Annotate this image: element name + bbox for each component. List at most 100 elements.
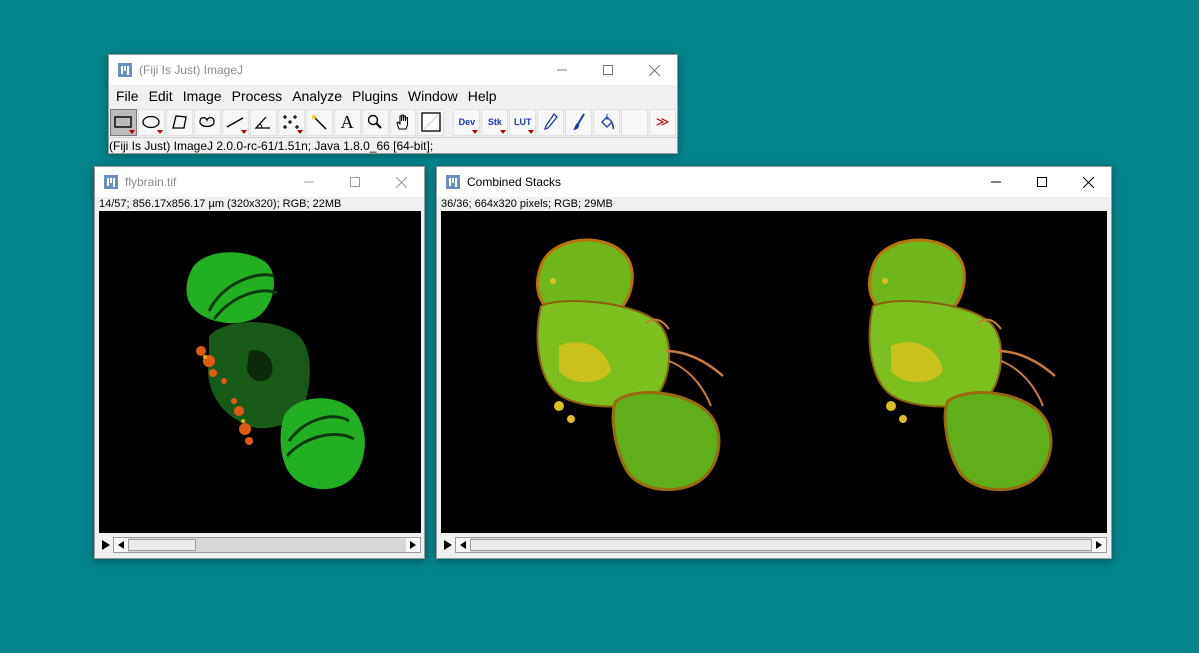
- stk-label: Stk: [487, 117, 502, 127]
- close-button[interactable]: [378, 167, 424, 197]
- close-button[interactable]: [631, 55, 677, 85]
- combined-title: Combined Stacks: [467, 175, 562, 189]
- scroll-track[interactable]: [470, 538, 1092, 552]
- flybrain-title: flybrain.tif: [125, 175, 177, 189]
- wand-tool[interactable]: [305, 108, 333, 136]
- close-icon: [1082, 176, 1094, 188]
- more-tools-button[interactable]: ≫: [649, 108, 677, 136]
- main-window-title: (Fiji Is Just) ImageJ: [139, 63, 244, 77]
- stack-scrollbar[interactable]: [455, 537, 1107, 553]
- dev-menu-tool[interactable]: Dev: [453, 108, 481, 136]
- play-animation-button[interactable]: [441, 537, 455, 553]
- freehand-selection-icon: [199, 116, 215, 128]
- scroll-track[interactable]: [128, 538, 406, 552]
- polygon-selection-icon: [172, 115, 188, 129]
- lut-label: LUT: [514, 117, 532, 127]
- polygon-tool[interactable]: [165, 108, 193, 136]
- combined-stacks-image: [535, 238, 1057, 492]
- multipoint-tool[interactable]: [277, 108, 305, 136]
- stk-menu-tool[interactable]: Stk: [481, 108, 509, 136]
- pencil-tool[interactable]: [537, 108, 565, 136]
- fiji-window-icon: [446, 175, 460, 189]
- freehand-tool[interactable]: [193, 108, 221, 136]
- maximize-button[interactable]: [1019, 167, 1065, 197]
- brush-icon: [572, 113, 585, 130]
- angle-tool[interactable]: [249, 108, 277, 136]
- stack-slider-row: [99, 537, 421, 553]
- oval-tool[interactable]: [137, 108, 165, 136]
- brush-tool[interactable]: [565, 108, 593, 136]
- image-info-line: 36/36; 664x320 pixels; RGB; 29MB: [441, 198, 613, 210]
- close-icon: [648, 64, 660, 76]
- hand-tool[interactable]: [389, 108, 417, 136]
- lut-menu-tool[interactable]: LUT: [509, 108, 537, 136]
- close-button[interactable]: [1065, 167, 1111, 197]
- play-icon: [444, 540, 452, 550]
- image-canvas[interactable]: [99, 211, 421, 533]
- combined-stacks-window: Combined Stacks 36/36; 664x320 pixels; R…: [436, 166, 1112, 559]
- main-titlebar[interactable]: (Fiji Is Just) ImageJ: [109, 55, 677, 85]
- play-icon: [102, 540, 110, 550]
- maximize-icon: [1037, 177, 1047, 187]
- oval-selection-icon: [142, 115, 161, 129]
- play-animation-button[interactable]: [99, 537, 113, 553]
- text-tool-label: A: [340, 111, 354, 132]
- empty-tool-slot: [621, 108, 649, 136]
- combined-titlebar[interactable]: Combined Stacks: [437, 167, 1111, 197]
- text-tool[interactable]: A: [333, 108, 361, 136]
- right-arrow-icon: [410, 541, 416, 549]
- hand-tool-icon: [396, 114, 408, 130]
- flood-fill-tool[interactable]: [593, 108, 621, 136]
- flybrain-window: flybrain.tif 14/57; 856.17x856.17 µm (32…: [94, 166, 425, 559]
- pencil-icon: [543, 113, 558, 131]
- scroll-thumb[interactable]: [470, 539, 1092, 551]
- menu-image[interactable]: Image: [178, 85, 227, 107]
- fiji-app-icon: [118, 63, 132, 77]
- close-icon: [395, 176, 407, 188]
- status-bar: (Fiji Is Just) ImageJ 2.0.0-rc-61/1.51n;…: [109, 137, 677, 155]
- fiji-window-icon: [104, 175, 118, 189]
- right-arrow-icon: [1096, 541, 1102, 549]
- left-arrow-icon: [118, 541, 124, 549]
- color-picker-icon: [421, 112, 441, 132]
- minimize-button[interactable]: [539, 55, 585, 85]
- menu-help[interactable]: Help: [463, 85, 502, 107]
- menu-plugins[interactable]: Plugins: [347, 85, 403, 107]
- menu-window[interactable]: Window: [403, 85, 463, 107]
- image-info-line: 14/57; 856.17x856.17 µm (320x320); RGB; …: [99, 198, 342, 210]
- flybrain-titlebar[interactable]: flybrain.tif: [95, 167, 424, 197]
- stack-scrollbar[interactable]: [113, 537, 421, 553]
- scroll-right-button[interactable]: [406, 538, 420, 552]
- scroll-left-button[interactable]: [456, 538, 470, 552]
- maximize-button[interactable]: [585, 55, 631, 85]
- magnifier-icon: [367, 114, 382, 129]
- line-selection-icon: [226, 117, 244, 128]
- scroll-left-button[interactable]: [114, 538, 128, 552]
- scroll-thumb[interactable]: [128, 539, 196, 551]
- flybrain-image: [186, 252, 365, 490]
- tool-bar: A Dev Stk LUT ≫: [109, 107, 677, 137]
- left-arrow-icon: [460, 541, 466, 549]
- scroll-right-button[interactable]: [1092, 538, 1106, 552]
- rectangle-selection-icon: [114, 116, 133, 128]
- menu-edit[interactable]: Edit: [144, 85, 178, 107]
- minimize-icon: [304, 181, 314, 183]
- zoom-tool[interactable]: [361, 108, 389, 136]
- line-tool[interactable]: [221, 108, 249, 136]
- wand-tool-icon: [312, 115, 327, 130]
- image-canvas[interactable]: [441, 211, 1107, 533]
- menu-file[interactable]: File: [111, 85, 144, 107]
- maximize-button[interactable]: [332, 167, 378, 197]
- maximize-icon: [603, 65, 613, 75]
- minimize-button[interactable]: [973, 167, 1019, 197]
- menu-analyze[interactable]: Analyze: [287, 85, 347, 107]
- more-tools-icon: ≫: [655, 114, 670, 129]
- minimize-button[interactable]: [286, 167, 332, 197]
- menu-process[interactable]: Process: [227, 85, 288, 107]
- color-picker-tool[interactable]: [417, 108, 445, 136]
- menu-bar: File Edit Image Process Analyze Plugins …: [109, 85, 677, 107]
- rectangle-tool[interactable]: [110, 108, 137, 136]
- minimize-icon: [557, 69, 567, 71]
- flood-fill-icon: [600, 114, 614, 130]
- angle-tool-icon: [254, 116, 271, 129]
